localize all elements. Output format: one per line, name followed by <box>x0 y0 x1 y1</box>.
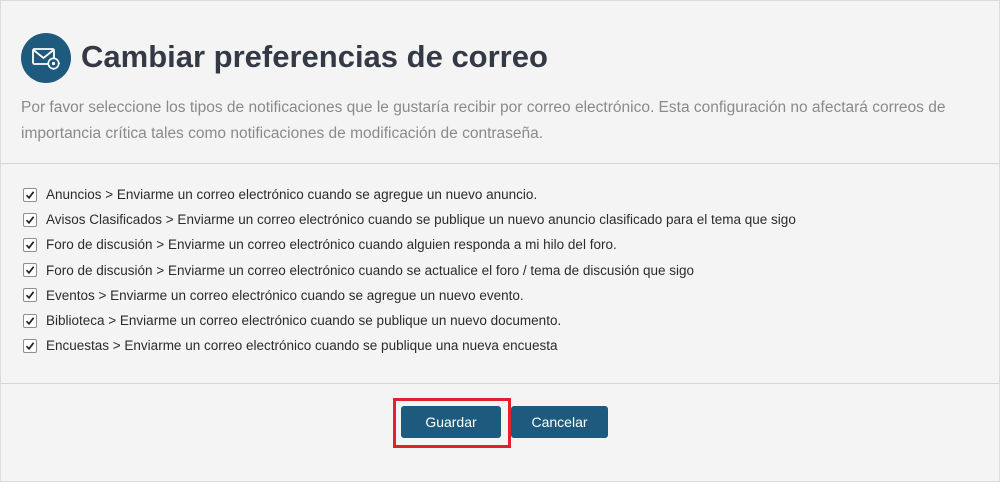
notification-checkbox[interactable] <box>23 263 37 278</box>
notification-checkbox[interactable] <box>23 338 37 353</box>
notification-checkbox[interactable] <box>23 237 37 252</box>
notification-checkbox[interactable] <box>23 212 37 227</box>
panel-header: Cambiar preferencias de correo Por favor… <box>1 1 999 163</box>
mail-settings-icon <box>21 33 71 83</box>
notification-option-label: Foro de discusión > Enviarme un correo e… <box>46 262 694 278</box>
notification-options-list: Anuncios > Enviarme un correo electrónic… <box>23 182 796 358</box>
notification-option-label: Anuncios > Enviarme un correo electrónic… <box>46 187 538 203</box>
notification-option[interactable]: Eventos > Enviarme un correo electrónico… <box>23 283 796 308</box>
divider <box>1 163 999 164</box>
notification-option[interactable]: Foro de discusión > Enviarme un correo e… <box>23 258 796 283</box>
form-actions: Guardar Cancelar <box>1 384 999 481</box>
notification-option-label: Biblioteca > Enviarme un correo electrón… <box>46 313 562 329</box>
notification-option-label: Encuestas > Enviarme un correo electróni… <box>46 338 558 354</box>
notification-option[interactable]: Biblioteca > Enviarme un correo electrón… <box>23 308 796 333</box>
checkmark-icon <box>25 216 35 224</box>
checkmark-icon <box>25 291 35 300</box>
cancel-button[interactable]: Cancelar <box>511 406 608 438</box>
notification-option[interactable]: Avisos Clasificados > Enviarme un correo… <box>23 207 796 232</box>
notification-option-label: Avisos Clasificados > Enviarme un correo… <box>46 212 796 228</box>
notification-option[interactable]: Anuncios > Enviarme un correo electrónic… <box>23 182 796 207</box>
checkmark-icon <box>25 316 35 325</box>
page-description: Por favor seleccione los tipos de notifi… <box>21 99 946 142</box>
notification-option-label: Eventos > Enviarme un correo electrónico… <box>46 287 524 303</box>
page-title: Cambiar preferencias de correo <box>81 39 548 74</box>
save-button[interactable]: Guardar <box>401 406 501 438</box>
notification-checkbox[interactable] <box>23 187 37 202</box>
checkmark-icon <box>25 241 35 250</box>
checkmark-icon <box>25 190 35 199</box>
notification-option[interactable]: Foro de discusión > Enviarme un correo e… <box>23 232 796 257</box>
notification-checkbox[interactable] <box>23 288 37 303</box>
checkmark-icon <box>25 342 35 350</box>
notification-checkbox[interactable] <box>23 313 37 328</box>
notification-option[interactable]: Encuestas > Enviarme un correo electróni… <box>23 333 796 358</box>
email-preferences-panel: Cambiar preferencias de correo Por favor… <box>0 0 1000 482</box>
notification-option-label: Foro de discusión > Enviarme un correo e… <box>46 237 617 253</box>
checkmark-icon <box>25 266 35 275</box>
